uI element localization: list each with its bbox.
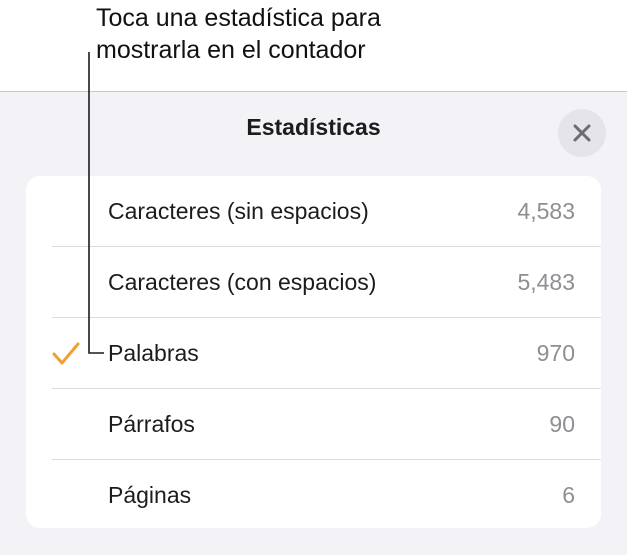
stat-row-characters-with-spaces[interactable]: Caracteres (con espacios) 5,483	[26, 247, 601, 318]
stat-row-characters-no-spaces[interactable]: Caracteres (sin espacios) 4,583	[26, 176, 601, 247]
stat-row-paragraphs[interactable]: Párrafos 90	[26, 389, 601, 460]
stat-row-pages[interactable]: Páginas 6	[26, 460, 601, 528]
stat-value: 4,583	[517, 198, 575, 224]
close-button[interactable]	[558, 109, 606, 157]
callout-line-1: Toca una estadística para	[96, 4, 381, 32]
stat-value: 6	[562, 482, 575, 508]
stat-value: 970	[536, 340, 575, 366]
checkmark-icon	[52, 342, 80, 365]
close-icon	[573, 124, 591, 142]
statistics-popover: Estadísticas Caracteres (sin espacios) 4…	[0, 91, 627, 555]
stat-value: 5,483	[517, 269, 575, 295]
stat-label: Caracteres (con espacios)	[108, 269, 377, 295]
callout-annotation: Toca una estadística para mostrarla en e…	[96, 2, 616, 66]
stat-label: Palabras	[108, 340, 199, 366]
callout-line-2: mostrarla en el contador	[96, 36, 366, 64]
stat-label: Párrafos	[108, 411, 195, 437]
stat-value: 90	[549, 411, 575, 437]
stat-row-words[interactable]: Palabras 970	[26, 318, 601, 389]
statistics-list: Caracteres (sin espacios) 4,583 Caracter…	[26, 176, 601, 528]
panel-title: Estadísticas	[246, 114, 381, 140]
stat-label: Caracteres (sin espacios)	[108, 198, 369, 224]
stat-label: Páginas	[108, 482, 192, 508]
